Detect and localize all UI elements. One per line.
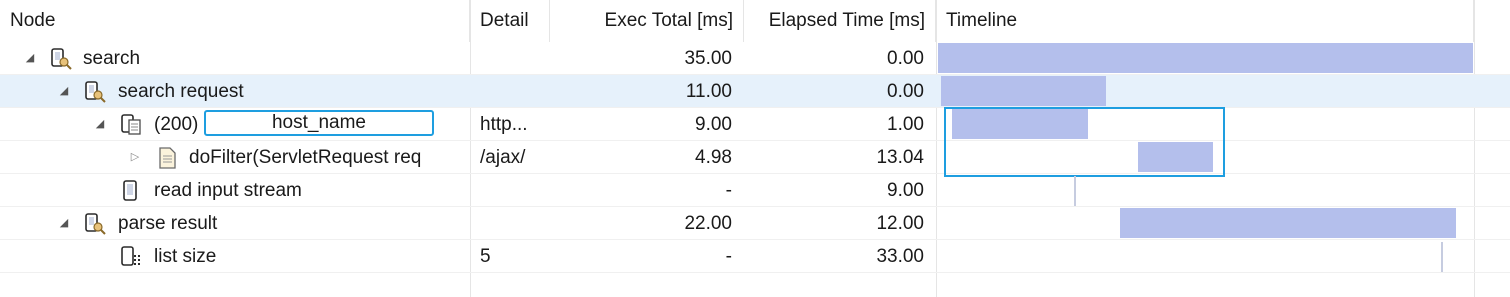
timeline-bar [938,43,1473,73]
elapsed-time-cell: 1.00 [887,114,924,135]
timeline-highlight-box [944,107,1225,177]
elapsed-time-cell: 33.00 [876,246,924,267]
detail-cell [470,207,550,240]
column-header-node[interactable]: Node [0,0,470,42]
detail-cell [470,174,550,207]
table-header: Node Detail Exec Total [ms] Elapsed Time… [0,0,1510,42]
collapse-triangle-icon[interactable]: ◢ [56,207,72,240]
status-code-label: (200) [154,114,199,135]
collapse-triangle-icon[interactable]: ◢ [56,75,72,108]
search-request-icon [85,81,106,103]
column-header-exec-total[interactable]: Exec Total [ms] [550,0,744,42]
table-row[interactable]: ▷ doFilter(ServletRequest req /ajax/ 4.9… [0,141,1510,174]
column-header-detail[interactable]: Detail [470,0,550,42]
exec-total-cell: 4.98 [695,147,732,168]
exec-total-cell: - [725,180,732,201]
elapsed-time-cell: 9.00 [887,180,924,201]
exec-total-cell: 9.00 [695,114,732,135]
device-icon [123,180,137,201]
http-request-icon [121,114,141,135]
column-header-elapsed-time[interactable]: Elapsed Time [ms] [744,0,936,42]
host-name-box: host_name [204,110,434,136]
exec-total-cell: - [725,246,732,267]
table-row[interactable]: ◢ parse result 22.00 12.00 [0,207,1510,240]
elapsed-time-cell: 0.00 [887,81,924,102]
detail-cell: 5 [480,246,491,267]
timeline-marker [1441,242,1443,272]
node-label: search request [118,81,244,102]
elapsed-time-cell: 0.00 [887,48,924,69]
node-label: list size [154,246,217,267]
collapse-triangle-icon[interactable]: ◢ [22,42,38,75]
exec-total-cell: 22.00 [684,213,732,234]
table-row[interactable]: ◢ search request 11.00 0.00 [0,75,1510,108]
detail-cell [470,42,550,75]
elapsed-time-cell: 13.04 [876,147,924,168]
column-header-timeline[interactable]: Timeline [936,0,1474,42]
search-request-icon [85,213,106,235]
node-label: read input stream [154,180,302,201]
exec-total-cell: 11.00 [685,81,732,102]
value-icon [121,246,140,266]
table-row[interactable]: ◢ search 35.00 0.00 [0,42,1510,75]
expand-triangle-icon[interactable]: ▷ [127,141,143,174]
detail-cell[interactable]: http... [470,108,550,141]
node-label: doFilter(ServletRequest req [189,147,422,168]
detail-cell: /ajax/ [480,147,526,168]
exec-total-cell: 35.00 [684,48,732,69]
table-row[interactable]: read input stream - 9.00 [0,174,1510,207]
elapsed-time-cell: 12.00 [876,213,924,234]
timeline-marker [1074,176,1076,206]
node-label: parse result [118,213,218,234]
search-request-icon [51,48,72,70]
node-label: search [83,48,141,69]
collapse-triangle-icon[interactable]: ◢ [92,108,108,141]
timeline-bar [941,76,1106,106]
table-row[interactable]: list size 5 - 33.00 [0,240,1510,273]
timeline-bar [1120,208,1456,238]
detail-cell [470,75,550,108]
document-icon [159,147,176,169]
